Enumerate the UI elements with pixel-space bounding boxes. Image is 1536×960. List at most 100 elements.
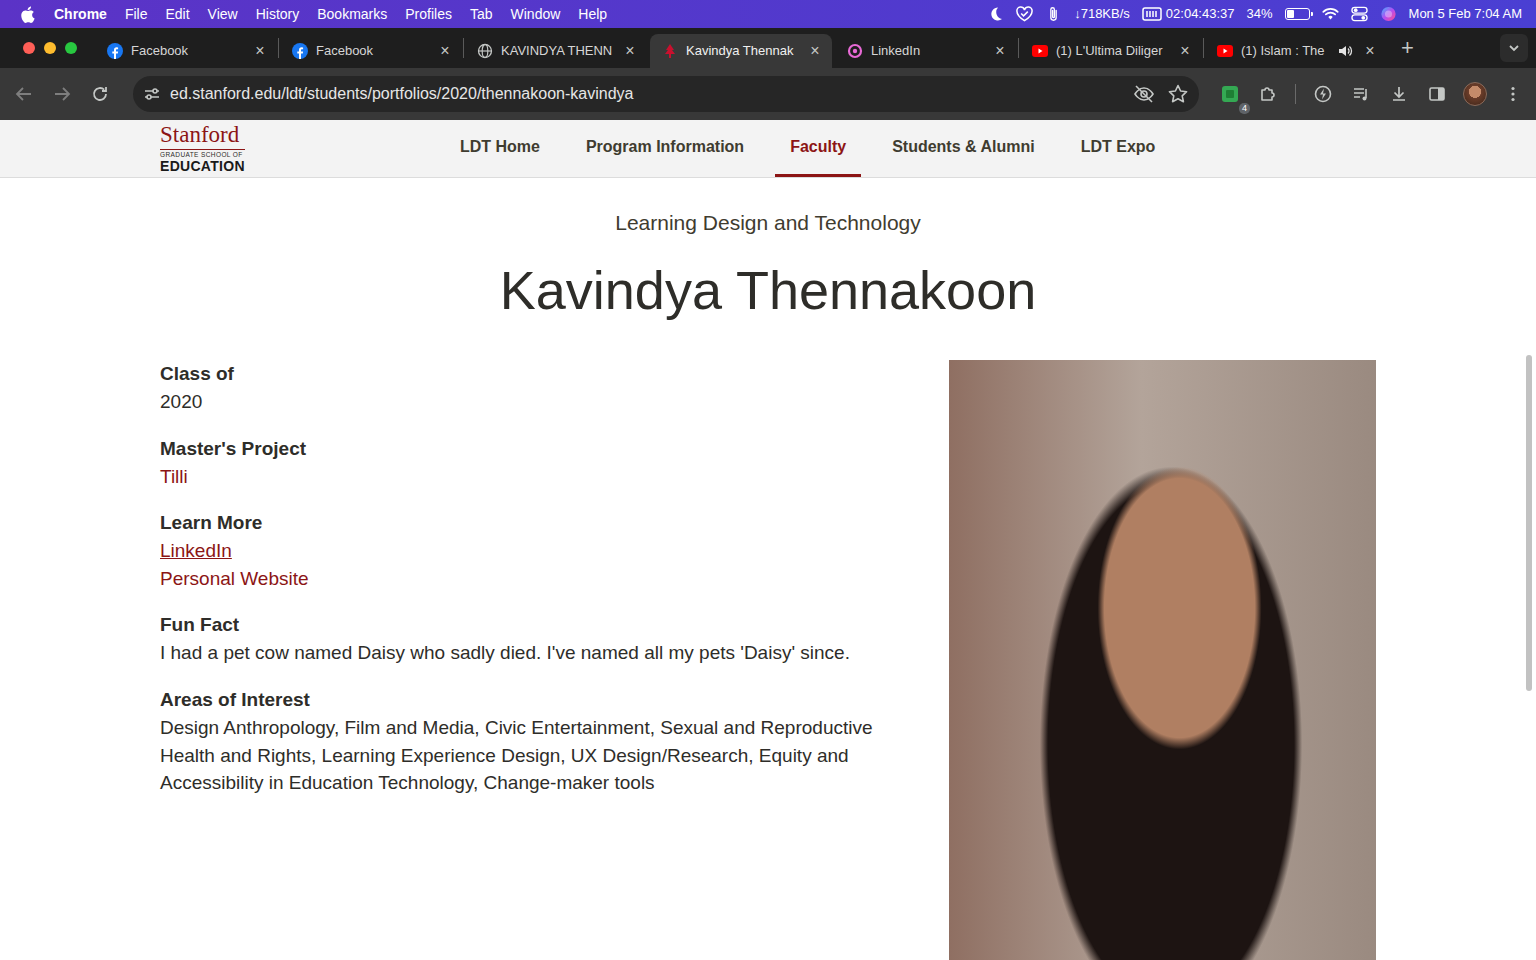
nav-link[interactable]: LDT Home (445, 120, 555, 177)
address-bar[interactable]: ed.stanford.edu/ldt/students/portfolios/… (133, 76, 1199, 112)
download-button[interactable] (1382, 77, 1416, 111)
youtube-favicon-icon (1032, 43, 1048, 59)
browser-tab[interactable]: Kavindya Thennak× (650, 34, 832, 68)
program-name: Learning Design and Technology (160, 210, 1376, 235)
detail-link[interactable]: LinkedIn (160, 540, 232, 561)
back-button[interactable] (7, 77, 41, 111)
close-tab-button[interactable]: × (436, 43, 454, 59)
globe-favicon-icon (477, 43, 493, 59)
nav-link[interactable]: Students & Alumni (877, 120, 1050, 177)
site-logo[interactable]: StanfordGRADUATE SCHOOL OFEDUCATION (160, 124, 245, 174)
timer-reading: 02:04:43:37 (1166, 4, 1235, 24)
menu-item[interactable]: Bookmarks (308, 0, 396, 28)
side-panel-button[interactable] (1420, 77, 1454, 111)
apple-menu-icon[interactable] (20, 6, 35, 23)
tab-search-button[interactable] (1500, 34, 1528, 62)
control-center-icon[interactable] (1351, 6, 1368, 22)
close-tab-button[interactable]: × (1361, 43, 1379, 59)
nav-link[interactable]: Faculty (775, 120, 861, 177)
menu-dots-button[interactable] (1496, 77, 1530, 111)
site-settings-icon[interactable] (141, 83, 163, 105)
performance-button[interactable] (1306, 77, 1340, 111)
menu-bar: ChromeFileEditViewHistoryBookmarksProfil… (0, 0, 1536, 28)
logo-school: EDUCATION (160, 159, 245, 173)
detail-value: LinkedIn (160, 537, 927, 565)
profile-body: Class of2020Master's ProjectTilliLearn M… (160, 360, 1376, 960)
menu-item[interactable]: Tab (461, 0, 502, 28)
tab-separator (1018, 38, 1019, 58)
forward-button[interactable] (45, 77, 79, 111)
timer-status[interactable]: 02:04:43:37 (1142, 4, 1235, 24)
logo-line: GRADUATE SCHOOL OF (160, 149, 245, 159)
site-header: StanfordGRADUATE SCHOOL OFEDUCATION LDT H… (0, 120, 1536, 178)
focus-moon-icon[interactable] (987, 6, 1004, 22)
download-icon (1389, 84, 1409, 104)
close-tab-button[interactable]: × (621, 43, 639, 59)
tab-title: Facebook (316, 41, 428, 61)
tab-separator (278, 38, 279, 58)
detail-label: Class of (160, 360, 927, 388)
detail-link[interactable]: Personal Website (160, 568, 309, 589)
bookmark-star-icon[interactable] (1167, 83, 1189, 105)
browser-tab[interactable]: Facebook × (280, 34, 462, 68)
app-menu[interactable]: Chrome (45, 0, 116, 28)
back-icon (14, 84, 34, 104)
scrollbar-thumb[interactable] (1526, 355, 1532, 691)
extension-button[interactable]: 4 (1213, 77, 1247, 111)
facebook-favicon-icon (107, 43, 123, 59)
menu-item[interactable]: File (116, 0, 157, 28)
menu-item[interactable]: View (199, 0, 247, 28)
minimize-window-icon[interactable] (44, 42, 56, 54)
profile-photo (949, 360, 1376, 960)
browser-tab[interactable]: KAVINDYA THENN × (465, 34, 647, 68)
nav-link[interactable]: Program Information (571, 120, 759, 177)
menu-item[interactable]: Edit (156, 0, 198, 28)
close-tab-button[interactable]: × (1176, 43, 1194, 59)
menu-item[interactable]: Window (502, 0, 570, 28)
speaker-icon[interactable] (1337, 43, 1353, 59)
tab-title: KAVINDYA THENN (501, 41, 613, 61)
menu-clock[interactable]: Mon 5 Feb 7:04 AM (1409, 4, 1522, 24)
chevron-down-icon (1507, 41, 1521, 55)
site-nav: LDT Home Program Information Faculty Studen… (445, 120, 1170, 177)
close-tab-button[interactable]: × (806, 43, 824, 59)
browser-tab[interactable]: (1) L'Ultima Diliger × (1020, 34, 1202, 68)
nav-link[interactable]: LDT Expo (1066, 120, 1171, 177)
siri-icon[interactable] (1380, 6, 1397, 22)
close-window-icon[interactable] (23, 42, 35, 54)
paperclip-icon[interactable] (1045, 6, 1062, 22)
menu-item[interactable]: Profiles (396, 0, 461, 28)
media-controls-icon (1351, 84, 1371, 104)
browser-tab[interactable]: LinkedIn× (835, 34, 1017, 68)
stanford-favicon-icon (662, 43, 678, 59)
detail-text: Design Anthropology, Film and Media, Civ… (160, 717, 873, 793)
browser-tab[interactable]: Facebook× (95, 34, 277, 68)
url-text[interactable]: ed.stanford.edu/ldt/students/portfolios/… (170, 82, 633, 106)
zoom-window-icon[interactable] (65, 42, 77, 54)
detail-group: Fun FactI had a pet cow named Daisy who … (160, 611, 927, 667)
web-page: StanfordGRADUATE SCHOOL OFEDUCATION LDT H… (0, 120, 1536, 960)
battery-percent[interactable]: 34% (1247, 4, 1273, 24)
tab-separator (833, 38, 834, 58)
eye-off-icon[interactable] (1133, 83, 1155, 105)
page-scrollbar[interactable] (1524, 120, 1534, 960)
browser-toolbar: ed.stanford.edu/ldt/students/portfolios/… (0, 68, 1536, 120)
puzzle-button[interactable] (1251, 77, 1285, 111)
detail-value: Tilli (160, 463, 927, 491)
detail-link[interactable]: Tilli (160, 466, 188, 487)
browser-tab[interactable]: (1) Islam : The× (1205, 34, 1387, 68)
network-speed[interactable]: ↓718KB/s (1074, 4, 1130, 24)
close-tab-button[interactable]: × (251, 43, 269, 59)
battery-icon[interactable] (1285, 8, 1310, 20)
reload-button[interactable] (83, 77, 117, 111)
health-check-icon[interactable] (1016, 6, 1033, 22)
new-tab-button[interactable]: + (1401, 37, 1414, 59)
wifi-icon[interactable] (1322, 6, 1339, 22)
menu-item[interactable]: History (247, 0, 309, 28)
media-controls-button[interactable] (1344, 77, 1378, 111)
profile-button[interactable] (1458, 77, 1492, 111)
tab-title: (1) L'Ultima Diliger (1056, 41, 1168, 61)
tab-strip: Facebook×Facebook×KAVINDYA THENN×Kavindy… (0, 28, 1536, 68)
close-tab-button[interactable]: × (991, 43, 1009, 59)
menu-item[interactable]: Help (569, 0, 616, 28)
